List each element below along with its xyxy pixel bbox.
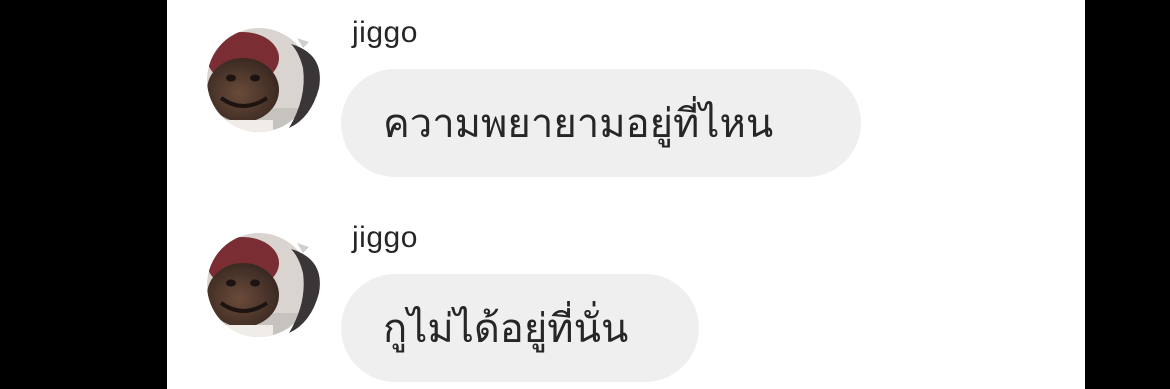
- screenshot-frame: jiggo ความพยายามอยู่ที่ไหน jiggo กูไม่ได…: [0, 0, 1170, 389]
- message-bubble[interactable]: กูไม่ได้อยู่ที่นั่น: [341, 274, 699, 382]
- message-text: กูไม่ได้อยู่ที่นั่น: [383, 306, 629, 352]
- sender-name: jiggo: [352, 221, 418, 254]
- chat-thread: jiggo ความพยายามอยู่ที่ไหน jiggo กูไม่ได…: [167, 0, 1085, 389]
- message-bubble[interactable]: ความพยายามอยู่ที่ไหน: [341, 69, 861, 177]
- sender-name: jiggo: [352, 16, 418, 49]
- user-avatar-icon[interactable]: [207, 233, 325, 337]
- user-avatar-icon[interactable]: [207, 28, 325, 132]
- message-text: ความพยายามอยู่ที่ไหน: [383, 101, 774, 147]
